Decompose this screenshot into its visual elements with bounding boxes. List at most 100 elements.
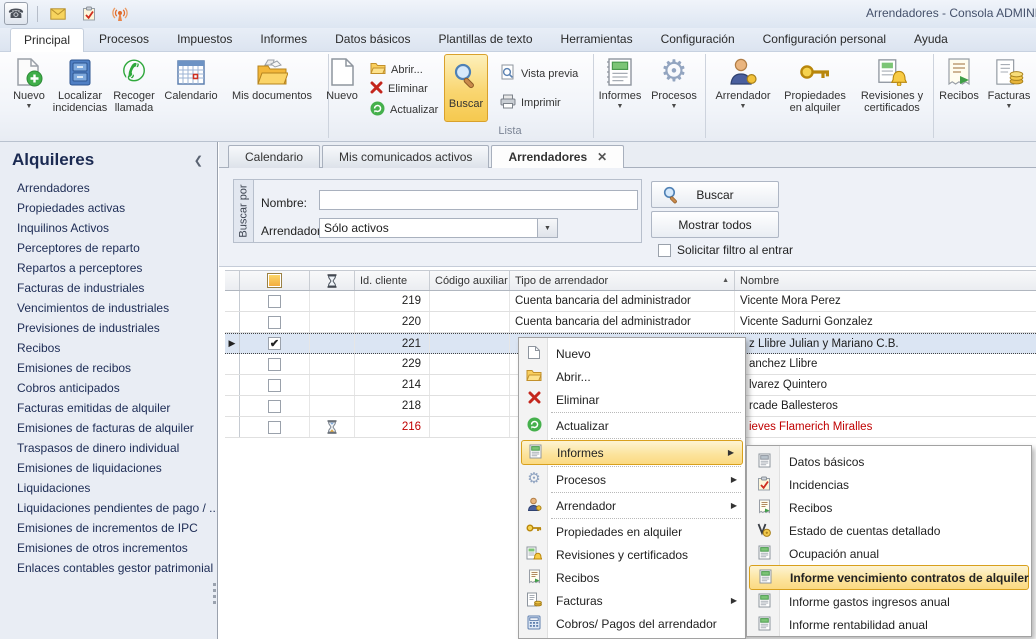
- menu-item-cobros-pagos[interactable]: Cobros/ Pagos del arrendador: [519, 612, 745, 635]
- table-row[interactable]: 220 Cuenta bancaria del administrador Vi…: [225, 312, 1036, 333]
- submenu-item-estado-cuentas[interactable]: Estado de cuentas detallado: [747, 519, 1031, 542]
- hourglass-column-header[interactable]: [310, 271, 355, 290]
- sidebar-collapse-icon[interactable]: ❮: [194, 154, 203, 167]
- ribbon-tab-informes[interactable]: Informes: [247, 28, 320, 52]
- row-checkbox[interactable]: [268, 400, 281, 413]
- delete-button[interactable]: Eliminar: [370, 81, 428, 97]
- ribbon-tab-principal[interactable]: Principal: [10, 28, 84, 53]
- menu-item-recibos[interactable]: Recibos: [519, 566, 745, 589]
- menu-item-facturas[interactable]: Facturas ▶: [519, 589, 745, 612]
- row-checkbox[interactable]: [268, 358, 281, 371]
- name-input[interactable]: [319, 190, 638, 210]
- submenu-item-incidencias[interactable]: Incidencias: [747, 473, 1031, 496]
- menu-item-revisiones[interactable]: Revisiones y certificados: [519, 543, 745, 566]
- sidebar-item-incrementos-ipc[interactable]: Emisiones de incrementos de IPC: [0, 518, 217, 538]
- sidebar-item-liquidaciones[interactable]: Liquidaciones: [0, 478, 217, 498]
- table-row[interactable]: 219 Cuenta bancaria del administrador Vi…: [225, 291, 1036, 312]
- menu-item-nuevo[interactable]: Nuevo: [519, 342, 745, 365]
- submenu-item-informe-vencimiento[interactable]: Informe vencimiento contratos de alquile…: [749, 565, 1029, 590]
- pickup-call-button[interactable]: ✆ Recoger llamada: [108, 55, 160, 114]
- open-button[interactable]: Abrir...: [370, 61, 423, 78]
- broadcast-icon[interactable]: [109, 3, 131, 24]
- calendar-button[interactable]: Calendario: [160, 55, 222, 102]
- doc-tab-calendario[interactable]: Calendario: [228, 145, 320, 168]
- app-phone-icon[interactable]: ☎: [4, 2, 28, 25]
- sidebar-item-repartos[interactable]: Repartos a perceptores: [0, 258, 217, 278]
- submenu-item-ocupacion-anual[interactable]: Ocupación anual: [747, 542, 1031, 565]
- menu-item-actualizar[interactable]: Actualizar: [519, 414, 745, 437]
- type-column-header[interactable]: Tipo de arrendador ▲: [510, 271, 735, 290]
- sidebar-item-recibos[interactable]: Recibos: [0, 338, 217, 358]
- my-documents-button[interactable]: Mis documentos: [224, 55, 320, 102]
- sidebar-item-emisiones-recibos[interactable]: Emisiones de recibos: [0, 358, 217, 378]
- checkbox-column-header[interactable]: [240, 271, 310, 290]
- new-button[interactable]: Nuevo ▼: [6, 55, 52, 110]
- landlord-button[interactable]: Arrendador ▼: [712, 55, 774, 110]
- landlords-filter-select[interactable]: Sólo activos ▼: [319, 218, 558, 238]
- row-checkbox[interactable]: [268, 316, 281, 329]
- ribbon-tab-herramientas[interactable]: Herramientas: [548, 28, 646, 52]
- sidebar-item-facturas-industriales[interactable]: Facturas de industriales: [0, 278, 217, 298]
- locate-incidents-button[interactable]: Localizar incidencias: [52, 55, 108, 114]
- receipts-button[interactable]: Recibos: [936, 55, 982, 102]
- menu-item-propiedades[interactable]: Propiedades en alquiler: [519, 520, 745, 543]
- aux-code-column-header[interactable]: Código auxiliar: [430, 271, 510, 290]
- request-filter-checkbox[interactable]: [658, 244, 671, 257]
- row-checkbox[interactable]: [268, 421, 281, 434]
- menu-item-procesos[interactable]: ⚙ Procesos ▶: [519, 468, 745, 491]
- doc-tab-comunicados[interactable]: Mis comunicados activos: [322, 145, 489, 168]
- sidebar-item-otros-incrementos[interactable]: Emisiones de otros incrementos: [0, 538, 217, 558]
- sidebar-item-propiedades-activas[interactable]: Propiedades activas: [0, 198, 217, 218]
- menu-item-eliminar[interactable]: Eliminar: [519, 388, 745, 411]
- show-all-button[interactable]: Mostrar todos: [651, 211, 779, 238]
- id-column-header[interactable]: Id. cliente: [355, 271, 430, 290]
- ribbon-tab-datos-basicos[interactable]: Datos básicos: [322, 28, 423, 52]
- chevron-down-icon[interactable]: ▼: [537, 219, 557, 237]
- submenu-item-datos-basicos[interactable]: Datos básicos: [747, 450, 1031, 473]
- mail-icon[interactable]: [47, 3, 69, 24]
- row-checkbox[interactable]: [268, 379, 281, 392]
- sidebar-item-enlaces-contables[interactable]: Enlaces contables gestor patrimonial: [0, 558, 217, 578]
- tasks-clipboard-icon[interactable]: [78, 3, 100, 24]
- rental-properties-button[interactable]: Propiedades en alquiler: [778, 55, 852, 114]
- sidebar-item-facturas-emitidas[interactable]: Facturas emitidas de alquiler: [0, 398, 217, 418]
- search-by-tab[interactable]: Buscar por: [234, 180, 254, 242]
- print-button[interactable]: Imprimir: [500, 94, 561, 112]
- sidebar-item-liquidaciones-pendientes[interactable]: Liquidaciones pendientes de pago / ...: [0, 498, 217, 518]
- revisions-button[interactable]: Revisiones y certificados: [852, 55, 932, 114]
- ribbon-tab-configuracion[interactable]: Configuración: [648, 28, 748, 52]
- sidebar-item-perceptores[interactable]: Perceptores de reparto: [0, 238, 217, 258]
- reports-button[interactable]: Informes ▼: [594, 55, 646, 110]
- sidebar-item-cobros-anticipados[interactable]: Cobros anticipados: [0, 378, 217, 398]
- ribbon-tab-configuracion-personal[interactable]: Configuración personal: [750, 28, 899, 52]
- preview-button[interactable]: Vista previa: [500, 64, 578, 83]
- menu-item-arrendador[interactable]: Arrendador ▶: [519, 494, 745, 517]
- row-checkbox-checked[interactable]: ✔: [268, 337, 281, 350]
- row-checkbox[interactable]: [268, 295, 281, 308]
- sidebar-item-arrendadores[interactable]: Arrendadores: [0, 178, 217, 198]
- ribbon-tab-plantillas[interactable]: Plantillas de texto: [425, 28, 545, 52]
- list-new-button[interactable]: Nuevo: [318, 55, 366, 102]
- submenu-item-recibos[interactable]: Recibos: [747, 496, 1031, 519]
- refresh-button[interactable]: Actualizar: [370, 101, 438, 119]
- submenu-item-informe-gastos[interactable]: Informe gastos ingresos anual: [747, 590, 1031, 613]
- menu-item-abrir[interactable]: Abrir...: [519, 365, 745, 388]
- sidebar-item-emisiones-facturas[interactable]: Emisiones de facturas de alquiler: [0, 418, 217, 438]
- invoices-button[interactable]: Facturas ▼: [984, 55, 1034, 110]
- search-button[interactable]: Buscar: [651, 181, 779, 208]
- ribbon-tab-procesos[interactable]: Procesos: [86, 28, 162, 52]
- ribbon-tab-ayuda[interactable]: Ayuda: [901, 28, 961, 52]
- menu-item-informes[interactable]: Informes ▶: [521, 440, 743, 465]
- ribbon-tab-impuestos[interactable]: Impuestos: [164, 28, 245, 52]
- close-icon[interactable]: ✕: [597, 146, 607, 168]
- processes-button[interactable]: ⚙ Procesos ▼: [648, 55, 700, 110]
- sidebar-item-emisiones-liquidaciones[interactable]: Emisiones de liquidaciones: [0, 458, 217, 478]
- select-all-checkbox-icon[interactable]: [267, 273, 282, 288]
- sidebar-resize-handle[interactable]: [213, 583, 216, 604]
- sidebar-item-vencimientos[interactable]: Vencimientos de industriales: [0, 298, 217, 318]
- doc-tab-arrendadores[interactable]: Arrendadores ✕: [491, 145, 624, 168]
- submenu-item-informe-rentabilidad[interactable]: Informe rentabilidad anual: [747, 613, 1031, 636]
- name-column-header[interactable]: Nombre: [735, 271, 1036, 290]
- sidebar-item-traspasos[interactable]: Traspasos de dinero individual: [0, 438, 217, 458]
- search-button-ribbon[interactable]: Buscar: [444, 54, 488, 122]
